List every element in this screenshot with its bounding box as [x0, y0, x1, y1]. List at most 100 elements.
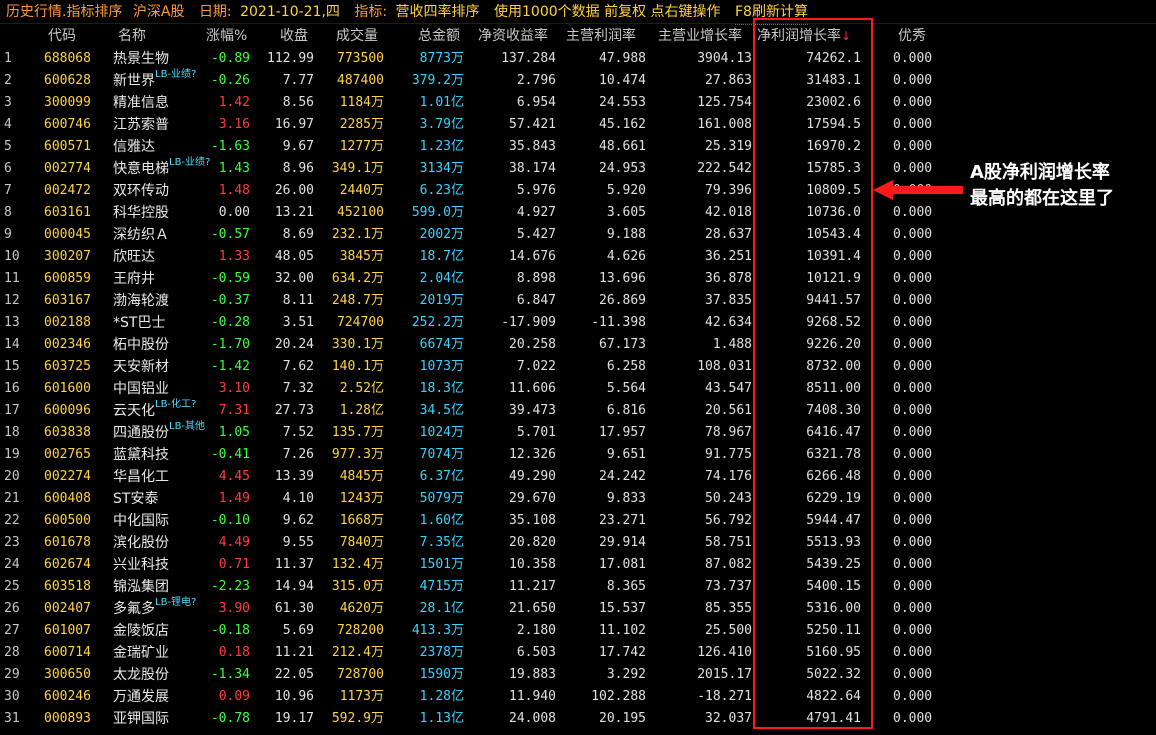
row-index: 18 — [4, 425, 20, 440]
stock-code: 600571 — [44, 139, 91, 154]
roe-value: 14.676 — [509, 249, 556, 264]
total-amount: 1.01亿 — [420, 92, 464, 114]
margin-value: 11.102 — [599, 623, 646, 638]
stock-code: 600628 — [44, 73, 91, 88]
table-row[interactable]: 11 600859 王府井 -0.59 32.00 634.2万 2.04亿 8.898 13.… — [0, 268, 1156, 290]
amount-number: 4715 — [419, 579, 451, 594]
row-index: 11 — [4, 271, 20, 286]
amount-number: 8773 — [419, 51, 451, 66]
close-price: 14.94 — [274, 579, 314, 594]
close-price: 13.39 — [274, 469, 314, 484]
amount-number: 6674 — [419, 337, 451, 352]
header-rev-growth[interactable]: 主营业增长率 — [658, 24, 742, 48]
header-excellent[interactable]: 优秀 — [898, 24, 926, 48]
amount-number: 1.01 — [419, 95, 451, 110]
row-index: 21 — [4, 491, 20, 506]
volume: 135.7万 — [331, 425, 384, 440]
amount-unit: 亿 — [450, 513, 464, 528]
stock-name: 欣旺达 — [113, 246, 213, 268]
header-np-growth[interactable]: 净利润增长率↓ — [757, 24, 851, 48]
market-selector[interactable]: 沪深A股 — [133, 0, 185, 24]
header-amount[interactable]: 总金额 — [418, 24, 460, 48]
excellent-value: 0.000 — [893, 579, 933, 594]
header-name[interactable]: 名称 — [118, 24, 146, 48]
total-amount: 6674万 — [420, 334, 464, 356]
table-row[interactable]: 15 603725 天安新材 -1.42 7.62 140.1万 1073万 7.022 6.2… — [0, 356, 1156, 378]
amount-unit: 万 — [450, 227, 464, 242]
table-row[interactable]: 12 603167 渤海轮渡 -0.37 8.11 248.7万 2019万 6.847 26.… — [0, 290, 1156, 312]
excellent-value: 0.000 — [893, 447, 933, 462]
table-row[interactable]: 10 300207 欣旺达 1.33 48.05 3845万 18.7亿 14.676 4.62… — [0, 246, 1156, 268]
table-row[interactable]: 24 602674 兴业科技 0.71 11.37 132.4万 1501万 10.358 17… — [0, 554, 1156, 576]
table-row[interactable]: 2 600628 新世界 LB-业绩? -0.26 7.77 487400 379.2万 2.7… — [0, 69, 1156, 92]
indicator-value[interactable]: 营收四率排序 — [396, 0, 480, 24]
table-row[interactable]: 3 300099 精准信息 1.42 8.56 1184万 1.01亿 6.954 24.553… — [0, 92, 1156, 114]
stock-name: 中化国际 — [113, 510, 213, 532]
roe-value: 11.606 — [509, 381, 556, 396]
table-row[interactable]: 14 002346 柘中股份 -1.70 20.24 330.1万 6674万 20.258 6… — [0, 334, 1156, 356]
header-margin[interactable]: 主营利润率 — [566, 24, 636, 48]
net-profit-growth: 9226.20 — [806, 337, 861, 352]
excellent-value: 0.000 — [893, 161, 933, 176]
header-change[interactable]: 涨幅% — [206, 24, 247, 48]
roe-value: 137.284 — [501, 51, 556, 66]
roe-value: 2.796 — [516, 73, 556, 88]
total-amount: 413.3万 — [412, 620, 464, 642]
margin-value: 17.081 — [599, 557, 646, 572]
stock-tag: LB-化工? — [155, 399, 197, 410]
volume: 1243万 — [339, 491, 384, 506]
roe-value: 5.701 — [516, 425, 556, 440]
refresh-button[interactable]: F8刷新计算 — [734, 0, 808, 25]
stock-name-text: 多氟多 — [113, 601, 155, 617]
stock-code: 601678 — [44, 535, 91, 550]
header-code[interactable]: 代码 — [48, 24, 76, 48]
stock-tag: LB-业绩? — [155, 69, 197, 80]
table-row[interactable]: 28 600714 金瑞矿业 0.18 11.21 212.4万 2378万 6.503 17.… — [0, 642, 1156, 664]
close-price: 112.99 — [267, 51, 314, 66]
volume: 728200 — [337, 623, 384, 638]
table-row[interactable]: 27 601007 金陵饭店 -0.18 5.69 728200 413.3万 2.180 11… — [0, 620, 1156, 642]
amount-unit: 万 — [450, 579, 464, 594]
volume: 7840万 — [339, 535, 384, 550]
close-price: 16.97 — [274, 117, 314, 132]
table-row[interactable]: 21 600408 ST安泰 1.49 4.10 1243万 5079万 29.670 9.83… — [0, 488, 1156, 510]
table-row[interactable]: 23 601678 滨化股份 4.49 9.55 7840万 7.35亿 20.820 29.9… — [0, 532, 1156, 554]
total-amount: 28.1亿 — [420, 598, 464, 620]
amount-number: 1073 — [419, 359, 451, 374]
table-row[interactable]: 31 000893 亚钾国际 -0.78 19.17 592.9万 1.13亿 24.008 2… — [0, 708, 1156, 730]
change-percent: 4.45 — [218, 469, 250, 484]
excellent-value: 0.000 — [893, 95, 933, 110]
stock-code: 300099 — [44, 95, 91, 110]
header-volume[interactable]: 成交量 — [336, 24, 378, 48]
header-close[interactable]: 收盘 — [280, 24, 308, 48]
callout-arrow-icon — [873, 180, 963, 200]
table-row[interactable]: 22 600500 中化国际 -0.10 9.62 1668万 1.60亿 35.108 23.… — [0, 510, 1156, 532]
row-index: 31 — [4, 711, 20, 726]
total-amount: 18.3亿 — [420, 378, 464, 400]
revenue-growth: 56.792 — [705, 513, 752, 528]
sort-desc-icon: ↓ — [841, 29, 852, 43]
table-row[interactable]: 18 603838 四通股份 LB-其他 1.05 7.52 135.7万 1024万 5.70… — [0, 421, 1156, 444]
table-row[interactable]: 29 300650 太龙股份 -1.34 22.05 728700 1590万 19.883 3… — [0, 664, 1156, 686]
table-row[interactable]: 26 002407 多氟多 LB-锂电? 3.90 61.30 4620万 28.1亿 21.6… — [0, 597, 1156, 620]
table-row[interactable]: 13 002188 *ST巴士 -0.28 3.51 724700 252.2万 -17.90… — [0, 312, 1156, 334]
roe-value: 20.258 — [509, 337, 556, 352]
table-row[interactable]: 9 000045 深纺织Ａ -0.57 8.69 232.1万 2002万 5.427 9.18… — [0, 224, 1156, 246]
header-roe[interactable]: 净资收益率 — [478, 24, 548, 48]
row-index: 5 — [4, 139, 12, 154]
table-row[interactable]: 4 600746 江苏索普 3.16 16.97 2285万 3.79亿 57.421 45.1… — [0, 114, 1156, 136]
date-value[interactable]: 2021-10-21,四 — [240, 0, 340, 24]
revenue-growth: 32.037 — [705, 711, 752, 726]
table-row[interactable]: 20 002274 华昌化工 4.45 13.39 4845万 6.37亿 49.290 24.… — [0, 466, 1156, 488]
amount-number: 2002 — [419, 227, 451, 242]
table-row[interactable]: 30 600246 万通发展 0.09 10.96 1173万 1.28亿 11.940 102… — [0, 686, 1156, 708]
net-profit-growth: 4791.41 — [806, 711, 861, 726]
total-amount: 7.35亿 — [420, 532, 464, 554]
stock-name-text: 柘中股份 — [113, 337, 169, 353]
table-row[interactable]: 19 002765 蓝黛科技 -0.41 7.26 977.3万 7074万 12.326 9.… — [0, 444, 1156, 466]
row-index: 26 — [4, 601, 20, 616]
net-profit-growth: 7408.30 — [806, 403, 861, 418]
revenue-growth: 25.500 — [705, 623, 752, 638]
stock-code: 603161 — [44, 205, 91, 220]
roe-value: 12.326 — [509, 447, 556, 462]
